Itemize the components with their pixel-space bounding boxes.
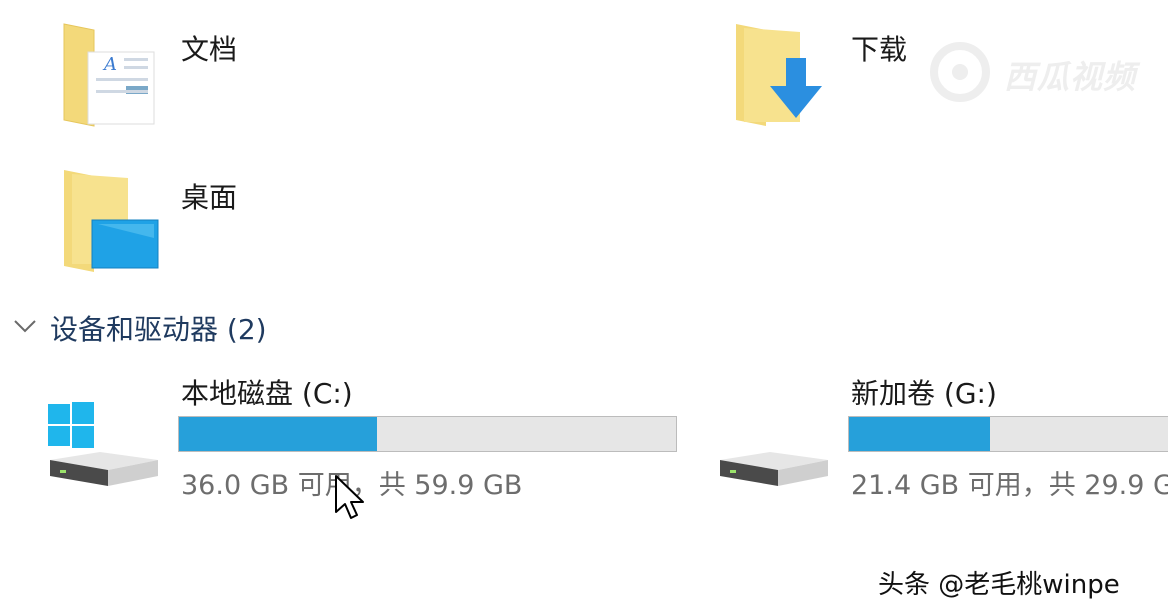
video-brand-watermark: 西瓜视频	[1004, 58, 1137, 96]
section-header-devices[interactable]: 设备和驱动器 (2)	[50, 308, 267, 348]
chevron-down-icon[interactable]	[12, 312, 38, 342]
windows-system-drive-icon[interactable]	[44, 400, 162, 492]
hard-drive-icon[interactable]	[714, 440, 832, 492]
folder-label-downloads[interactable]: 下载	[851, 28, 907, 68]
drive-name-g[interactable]: 新加卷 (G:)	[851, 372, 997, 412]
folder-label-desktop[interactable]: 桌面	[181, 176, 237, 216]
drive-c-usage-bar	[178, 416, 677, 452]
video-brand-logo-icon	[926, 40, 996, 110]
folder-label-documents[interactable]: 文档	[181, 28, 237, 68]
drive-g-usage-bar	[848, 416, 1168, 452]
drive-name-c[interactable]: 本地磁盘 (C:)	[181, 372, 353, 412]
drive-g-usage-fill	[849, 417, 991, 451]
downloads-folder-icon[interactable]	[730, 22, 830, 132]
drive-c-usage-fill	[179, 417, 378, 451]
documents-folder-icon[interactable]: A	[58, 22, 158, 132]
svg-text:A: A	[102, 54, 117, 75]
credit-watermark: 头条 @老毛桃winpe	[878, 570, 1120, 600]
desktop-folder-icon[interactable]	[58, 168, 162, 276]
drive-g-space-info: 21.4 GB 可用，共 29.9 GB	[851, 470, 1168, 501]
mouse-cursor-icon	[334, 474, 368, 526]
